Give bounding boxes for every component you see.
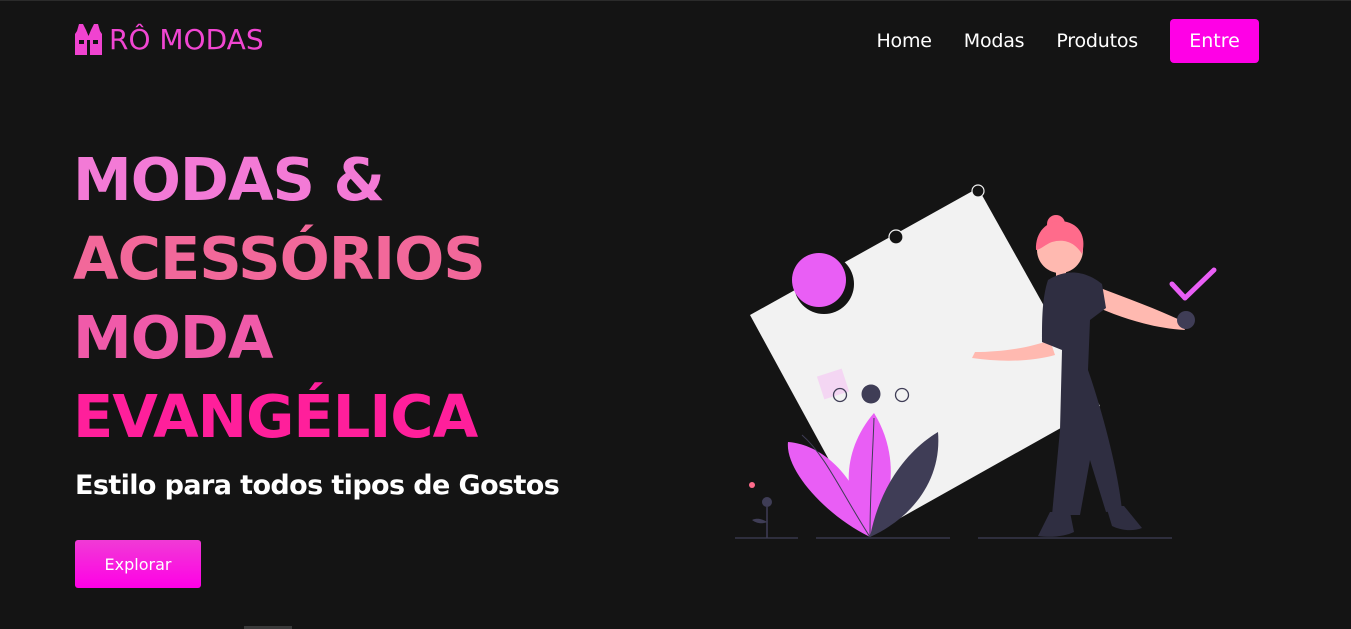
check-icon — [1169, 267, 1217, 301]
brand-logo[interactable]: RÔ MODAS — [74, 22, 264, 56]
entre-button[interactable]: Entre — [1170, 19, 1259, 63]
main-nav: Home Modas Produtos Entre — [876, 19, 1259, 63]
hero-subtitle: Estilo para todos tipos de Gostos — [75, 470, 560, 501]
vest-icon — [74, 22, 103, 56]
brand-name: RÔ MODAS — [109, 22, 264, 56]
hero-title-line-4: EVANGÉLICA — [73, 382, 478, 451]
woman-with-shapes-illustration — [735, 184, 1217, 539]
explorar-button[interactable]: Explorar — [75, 540, 201, 588]
corner-circle — [888, 229, 904, 245]
pink-circle — [792, 253, 846, 307]
nav-modas[interactable]: Modas — [964, 30, 1025, 52]
nav-home[interactable]: Home — [876, 30, 932, 52]
hero-title-line-1: MODAS & — [73, 145, 385, 214]
hero-title-line-3: MODA — [73, 303, 274, 372]
hero-title-line-2: ACESSÓRIOS — [73, 224, 486, 293]
corner-circle — [971, 184, 985, 198]
hero-title: MODAS & ACESSÓRIOS MODA EVANGÉLICA — [73, 140, 486, 456]
nav-produtos[interactable]: Produtos — [1056, 30, 1138, 52]
